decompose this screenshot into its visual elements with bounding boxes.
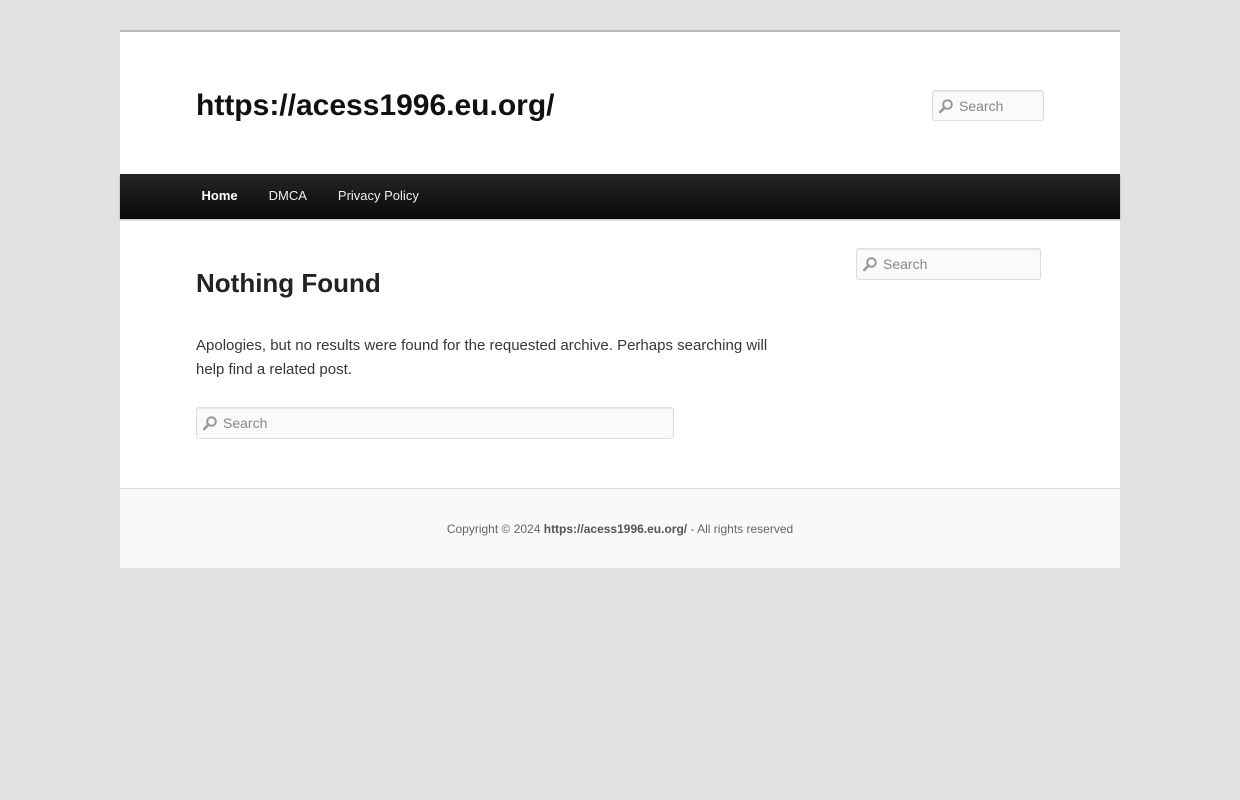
no-results-message: Apologies, but no results were found for…: [196, 337, 768, 378]
page-title: Nothing Found: [196, 268, 381, 298]
search-icon: [202, 416, 217, 431]
search-icon: [862, 257, 877, 272]
header-search-input[interactable]: [955, 91, 1043, 120]
nav-menu: Home DMCA Privacy Policy: [186, 174, 434, 218]
sidebar-search-input[interactable]: [879, 249, 1040, 279]
main-navigation: Home DMCA Privacy Policy: [120, 174, 1120, 219]
header-search-box[interactable]: [932, 90, 1044, 121]
nav-item-home[interactable]: Home: [186, 174, 253, 218]
footer-copyright: Copyright © 2024: [446, 522, 541, 536]
content-search-input[interactable]: [219, 408, 673, 438]
site-title-link[interactable]: https://acess1996.eu.org/: [196, 88, 554, 124]
sidebar-search-box[interactable]: [856, 248, 1041, 280]
footer-site-link[interactable]: https://acess1996.eu.org/: [544, 522, 687, 536]
search-icon: [938, 98, 953, 113]
nav-item-privacy-policy[interactable]: Privacy Policy: [322, 174, 434, 218]
page: https://acess1996.eu.org/ Home DMCA Priv…: [120, 30, 1120, 568]
footer-rights: - All rights reserved: [690, 522, 794, 536]
site-footer: Copyright © 2024 https://acess1996.eu.or…: [120, 488, 1120, 568]
content-search-box[interactable]: [196, 407, 674, 439]
nav-item-dmca[interactable]: DMCA: [253, 174, 322, 218]
footer-credits: Copyright © 2024 https://acess1996.eu.or…: [120, 521, 1120, 537]
